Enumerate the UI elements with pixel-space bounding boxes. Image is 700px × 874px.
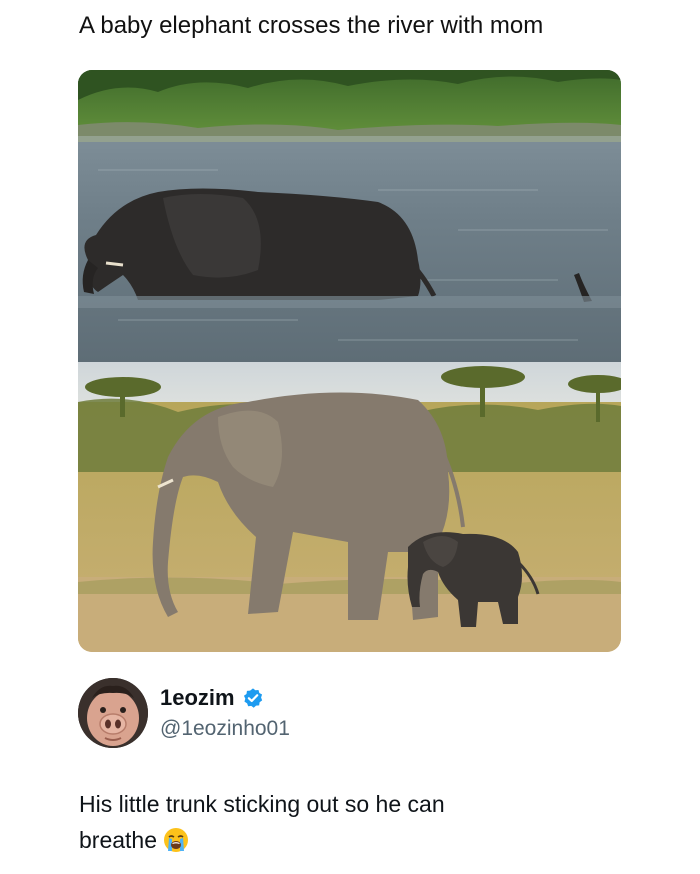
verified-badge-icon [243, 688, 263, 708]
loudly-crying-face-icon [164, 828, 189, 852]
tweet-text-line-2: breathe [79, 827, 158, 853]
display-name[interactable]: 1eozim [160, 684, 235, 712]
pig-face-avatar-icon [78, 678, 148, 748]
tweet-text: His little trunk sticking out so he can … [79, 786, 619, 858]
tweet-author[interactable]: 1eozim @1eozinho01 [78, 678, 478, 750]
tweet-text-line-1: His little trunk sticking out so he can [79, 791, 445, 817]
avatar[interactable] [78, 678, 148, 748]
user-handle[interactable]: @1eozinho01 [160, 716, 290, 742]
post-media[interactable] [78, 70, 621, 652]
river-crossing-photo [78, 70, 621, 362]
post-caption: A baby elephant crosses the river with m… [79, 12, 544, 39]
savanna-walk-photo [78, 362, 621, 652]
